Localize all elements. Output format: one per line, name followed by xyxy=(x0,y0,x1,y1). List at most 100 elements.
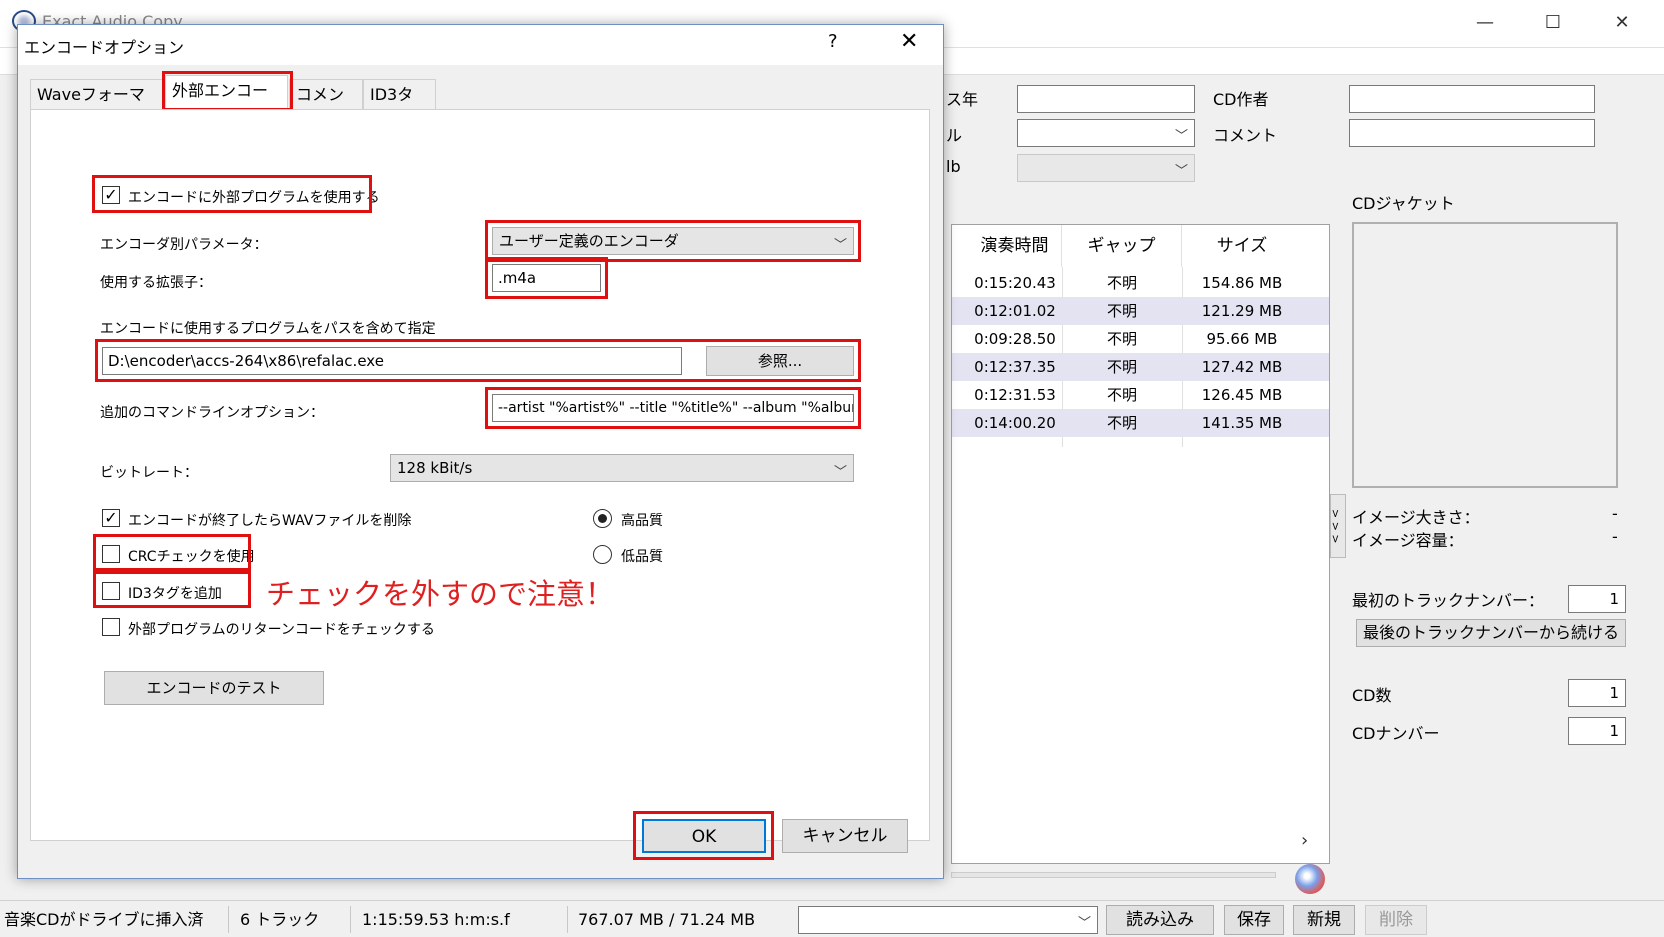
table-row[interactable]: 0:14:00.20 不明 141.35 MB xyxy=(952,409,1329,437)
table-row[interactable]: 0:12:31.53 不明 126.45 MB xyxy=(952,381,1329,409)
delete-wav-checkbox[interactable]: ✓ xyxy=(102,509,120,527)
highlight-box xyxy=(485,387,861,429)
disc-icon[interactable] xyxy=(1295,864,1325,894)
encoder-param-label: エンコーダ別パラメータ： xyxy=(100,237,268,253)
return-code-checkbox[interactable] xyxy=(102,618,120,636)
minimize-button[interactable]: — xyxy=(1455,8,1515,38)
tab-wave-format[interactable]: Waveフォーマット xyxy=(30,79,163,134)
annotation-text: チェックを外すので注意！ xyxy=(266,577,615,611)
cd-count-input[interactable]: 1 xyxy=(1568,679,1626,707)
position-slider[interactable] xyxy=(951,872,1276,878)
column-header-gap[interactable]: ギャップ xyxy=(1062,225,1182,267)
highlight-box xyxy=(92,175,372,213)
program-path-label: エンコードに使用するプログラムをパスを含めて指定 xyxy=(100,321,436,337)
extension-label: 使用する拡張子： xyxy=(100,275,212,291)
tab-id3[interactable]: ID3タグ xyxy=(363,79,436,134)
status-text: 音楽CDがドライブに挿入済 xyxy=(4,910,204,929)
table-row[interactable]: 0:09:28.50 不明 95.66 MB xyxy=(952,325,1329,353)
comment-label: コメント xyxy=(1213,126,1278,145)
new-button[interactable]: 新規 xyxy=(1293,905,1355,935)
track-list[interactable]: 演奏時間 ギャップ サイズ 0:15:20.43 不明 154.86 MB 0:… xyxy=(951,224,1330,864)
table-row[interactable]: 0:12:01.02 不明 121.29 MB xyxy=(952,297,1329,325)
highlight-box xyxy=(93,571,251,608)
highlight-box xyxy=(485,257,608,299)
total-duration: 1:15:59.53 h:m:s.f xyxy=(362,910,510,929)
track-gap: 不明 xyxy=(1106,358,1137,376)
image-capacity-value: - xyxy=(1612,527,1618,546)
drive-select[interactable]: ﹀ xyxy=(798,906,1098,934)
status-divider xyxy=(567,906,568,933)
return-code-label: 外部プログラムのリターンコードをチェックする xyxy=(128,622,435,638)
track-size: 121.29 MB xyxy=(1201,302,1283,320)
tab-comment[interactable]: コメント xyxy=(289,79,363,134)
track-size: 127.42 MB xyxy=(1201,358,1283,376)
image-size-label: イメージ大きさ： xyxy=(1352,508,1480,527)
track-size: 95.66 MB xyxy=(1206,330,1278,348)
track-gap: 不明 xyxy=(1106,274,1137,292)
chevron-down-icon: ﹀ xyxy=(1174,129,1188,144)
scroll-right-icon[interactable]: › xyxy=(1301,830,1308,851)
genre-combo[interactable]: ﹀ xyxy=(1017,119,1195,147)
track-time: 0:15:20.43 xyxy=(974,274,1056,292)
cd-jacket-image[interactable] xyxy=(1352,222,1618,488)
test-encode-button[interactable]: エンコードのテスト xyxy=(104,671,324,705)
track-gap: 不明 xyxy=(1106,414,1137,432)
track-time: 0:14:00.20 xyxy=(974,414,1056,432)
status-divider xyxy=(350,906,351,933)
read-button[interactable]: 読み込み xyxy=(1106,905,1214,935)
dialog-close-button[interactable]: ✕ xyxy=(900,29,918,54)
year-label: ス年 xyxy=(946,90,979,109)
comment-input[interactable] xyxy=(1349,119,1595,147)
cd-count-label: CD数 xyxy=(1352,686,1392,705)
collapse-panel-icon[interactable]: > > > xyxy=(1329,494,1346,558)
delete-wav-label: エンコードが終了したらWAVファイルを削除 xyxy=(128,513,412,529)
highlight-box xyxy=(633,811,774,860)
cd-number-label: CDナンバー xyxy=(1352,724,1440,743)
cd-jacket-label: CDジャケット xyxy=(1352,194,1455,213)
highlight-box xyxy=(95,339,861,382)
help-button[interactable]: ? xyxy=(828,31,838,52)
image-capacity-label: イメージ容量： xyxy=(1352,531,1464,550)
table-row[interactable]: 0:15:20.43 不明 154.86 MB xyxy=(952,269,1329,297)
cd-number-input[interactable]: 1 xyxy=(1568,717,1626,745)
cd-artist-label: CD作者 xyxy=(1213,90,1269,109)
continue-track-number-button[interactable]: 最後のトラックナンバーから続ける xyxy=(1356,619,1626,647)
track-size: 154.86 MB xyxy=(1201,274,1283,292)
track-gap: 不明 xyxy=(1106,386,1137,404)
track-size: 141.35 MB xyxy=(1201,414,1283,432)
status-divider xyxy=(228,906,229,933)
track-time: 0:12:37.35 xyxy=(974,358,1056,376)
track-time: 0:12:31.53 xyxy=(974,386,1056,404)
dialog-title: エンコードオプション xyxy=(24,38,185,57)
maximize-button[interactable]: ☐ xyxy=(1523,8,1583,38)
track-gap: 不明 xyxy=(1106,302,1137,320)
high-quality-label: 高品質 xyxy=(621,513,663,529)
save-button[interactable]: 保存 xyxy=(1224,905,1284,935)
low-quality-radio[interactable] xyxy=(593,545,612,564)
track-time: 0:12:01.02 xyxy=(974,302,1056,320)
column-header-size[interactable]: サイズ xyxy=(1182,225,1302,267)
freedb-label: lb xyxy=(946,157,961,176)
cancel-button[interactable]: キャンセル xyxy=(782,819,908,853)
track-count: 6 トラック xyxy=(240,910,320,929)
first-track-label: 最初のトラックナンバー： xyxy=(1352,591,1545,610)
highlight-box xyxy=(162,71,293,111)
bitrate-select[interactable]: 128 kBit/s ﹀ xyxy=(390,454,854,482)
first-track-input[interactable]: 1 xyxy=(1568,585,1626,613)
table-row[interactable]: 0:12:37.35 不明 127.42 MB xyxy=(952,353,1329,381)
close-button[interactable]: ✕ xyxy=(1592,8,1652,38)
freedb-combo[interactable]: ﹀ xyxy=(1017,154,1195,182)
highlight-box xyxy=(485,220,861,262)
bitrate-value: 128 kBit/s xyxy=(397,459,473,477)
column-header-time[interactable]: 演奏時間 xyxy=(968,225,1062,267)
delete-button[interactable]: 削除 xyxy=(1365,905,1427,935)
high-quality-radio[interactable] xyxy=(593,509,612,528)
track-size: 126.45 MB xyxy=(1201,386,1283,404)
low-quality-label: 低品質 xyxy=(621,549,663,565)
statusbar: 音楽CDがドライブに挿入済 6 トラック 1:15:59.53 h:m:s.f … xyxy=(0,900,1664,937)
year-input[interactable] xyxy=(1017,85,1195,113)
chevron-down-icon: ﹀ xyxy=(1077,916,1091,931)
highlight-box xyxy=(93,534,251,571)
track-time: 0:09:28.50 xyxy=(974,330,1056,348)
cd-artist-input[interactable] xyxy=(1349,85,1595,113)
